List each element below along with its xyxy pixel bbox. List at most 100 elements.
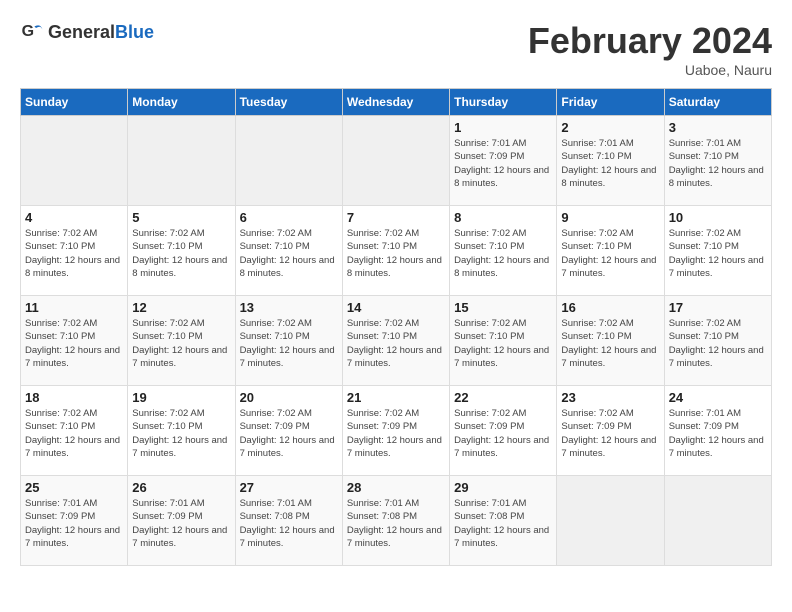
day-info: Sunrise: 7:01 AMSunset: 7:09 PMDaylight:… (132, 497, 230, 550)
calendar-cell: 26 Sunrise: 7:01 AMSunset: 7:09 PMDayligh… (128, 476, 235, 566)
calendar-cell (235, 116, 342, 206)
day-info: Sunrise: 7:02 AMSunset: 7:10 PMDaylight:… (561, 317, 659, 370)
calendar-cell: 1 Sunrise: 7:01 AMSunset: 7:09 PMDaylight… (450, 116, 557, 206)
day-info: Sunrise: 7:01 AMSunset: 7:08 PMDaylight:… (347, 497, 445, 550)
page-header: G GeneralBlue February 2024 Uaboe, Nauru (20, 20, 772, 78)
day-number: 17 (669, 300, 767, 315)
day-info: Sunrise: 7:02 AMSunset: 7:10 PMDaylight:… (25, 227, 123, 280)
calendar-cell: 15 Sunrise: 7:02 AMSunset: 7:10 PMDayligh… (450, 296, 557, 386)
day-number: 15 (454, 300, 552, 315)
day-info: Sunrise: 7:02 AMSunset: 7:10 PMDaylight:… (669, 227, 767, 280)
week-row-2: 4 Sunrise: 7:02 AMSunset: 7:10 PMDaylight… (21, 206, 772, 296)
weekday-header-sunday: Sunday (21, 89, 128, 116)
day-info: Sunrise: 7:02 AMSunset: 7:10 PMDaylight:… (347, 317, 445, 370)
day-info: Sunrise: 7:01 AMSunset: 7:09 PMDaylight:… (25, 497, 123, 550)
day-number: 1 (454, 120, 552, 135)
calendar-cell: 11 Sunrise: 7:02 AMSunset: 7:10 PMDayligh… (21, 296, 128, 386)
day-info: Sunrise: 7:02 AMSunset: 7:09 PMDaylight:… (454, 407, 552, 460)
svg-text:G: G (22, 23, 34, 40)
calendar-cell: 9Sunrise: 7:02 AMSunset: 7:10 PMDaylight… (557, 206, 664, 296)
day-number: 23 (561, 390, 659, 405)
calendar-cell: 13 Sunrise: 7:02 AMSunset: 7:10 PMDayligh… (235, 296, 342, 386)
day-number: 27 (240, 480, 338, 495)
day-info: Sunrise: 7:02 AMSunset: 7:09 PMDaylight:… (240, 407, 338, 460)
day-info: Sunrise: 7:02 AMSunset: 7:10 PMDaylight:… (132, 227, 230, 280)
day-info: Sunrise: 7:01 AMSunset: 7:08 PMDaylight:… (240, 497, 338, 550)
day-info: Sunrise: 7:01 AMSunset: 7:09 PMDaylight:… (669, 407, 767, 460)
calendar-cell: 2 Sunrise: 7:01 AMSunset: 7:10 PMDaylight… (557, 116, 664, 206)
calendar-subtitle: Uaboe, Nauru (528, 62, 772, 78)
day-info: Sunrise: 7:01 AMSunset: 7:10 PMDaylight:… (561, 137, 659, 190)
calendar-cell (128, 116, 235, 206)
day-number: 5 (132, 210, 230, 225)
calendar-cell: 21Sunrise: 7:02 AMSunset: 7:09 PMDayligh… (342, 386, 449, 476)
day-info: Sunrise: 7:02 AMSunset: 7:10 PMDaylight:… (669, 317, 767, 370)
calendar-cell: 8Sunrise: 7:02 AMSunset: 7:10 PMDaylight… (450, 206, 557, 296)
day-number: 22 (454, 390, 552, 405)
day-info: Sunrise: 7:01 AMSunset: 7:10 PMDaylight:… (669, 137, 767, 190)
week-row-3: 11 Sunrise: 7:02 AMSunset: 7:10 PMDayligh… (21, 296, 772, 386)
title-area: February 2024 Uaboe, Nauru (528, 20, 772, 78)
weekday-header-wednesday: Wednesday (342, 89, 449, 116)
calendar-cell (342, 116, 449, 206)
calendar-cell: 19Sunrise: 7:02 AMSunset: 7:10 PMDayligh… (128, 386, 235, 476)
weekday-header-friday: Friday (557, 89, 664, 116)
calendar-table: SundayMondayTuesdayWednesdayThursdayFrid… (20, 88, 772, 566)
day-number: 13 (240, 300, 338, 315)
calendar-title: February 2024 (528, 20, 772, 62)
calendar-cell: 20 Sunrise: 7:02 AMSunset: 7:09 PMDayligh… (235, 386, 342, 476)
calendar-cell: 29 Sunrise: 7:01 AMSunset: 7:08 PMDayligh… (450, 476, 557, 566)
day-info: Sunrise: 7:02 AMSunset: 7:09 PMDaylight:… (347, 407, 445, 460)
logo-general-text: GeneralBlue (48, 22, 154, 43)
calendar-cell: 24 Sunrise: 7:01 AMSunset: 7:09 PMDayligh… (664, 386, 771, 476)
calendar-cell: 17 Sunrise: 7:02 AMSunset: 7:10 PMDayligh… (664, 296, 771, 386)
day-info: Sunrise: 7:01 AMSunset: 7:09 PMDaylight:… (454, 137, 552, 190)
day-number: 29 (454, 480, 552, 495)
weekday-header-thursday: Thursday (450, 89, 557, 116)
day-number: 4 (25, 210, 123, 225)
day-number: 28 (347, 480, 445, 495)
weekday-header-row: SundayMondayTuesdayWednesdayThursdayFrid… (21, 89, 772, 116)
day-info: Sunrise: 7:02 AMSunset: 7:10 PMDaylight:… (240, 227, 338, 280)
calendar-cell: 23Sunrise: 7:02 AMSunset: 7:09 PMDayligh… (557, 386, 664, 476)
day-number: 8 (454, 210, 552, 225)
day-number: 10 (669, 210, 767, 225)
day-number: 7 (347, 210, 445, 225)
day-info: Sunrise: 7:02 AMSunset: 7:10 PMDaylight:… (561, 227, 659, 280)
logo: G GeneralBlue (20, 20, 154, 44)
calendar-cell: 14 Sunrise: 7:02 AMSunset: 7:10 PMDayligh… (342, 296, 449, 386)
day-number: 25 (25, 480, 123, 495)
day-info: Sunrise: 7:02 AMSunset: 7:10 PMDaylight:… (132, 317, 230, 370)
day-number: 11 (25, 300, 123, 315)
calendar-cell: 5 Sunrise: 7:02 AMSunset: 7:10 PMDaylight… (128, 206, 235, 296)
calendar-cell: 10 Sunrise: 7:02 AMSunset: 7:10 PMDayligh… (664, 206, 771, 296)
day-number: 26 (132, 480, 230, 495)
day-number: 6 (240, 210, 338, 225)
day-number: 12 (132, 300, 230, 315)
day-number: 14 (347, 300, 445, 315)
calendar-cell: 22 Sunrise: 7:02 AMSunset: 7:09 PMDayligh… (450, 386, 557, 476)
day-number: 20 (240, 390, 338, 405)
weekday-header-tuesday: Tuesday (235, 89, 342, 116)
day-number: 24 (669, 390, 767, 405)
week-row-5: 25 Sunrise: 7:01 AMSunset: 7:09 PMDayligh… (21, 476, 772, 566)
calendar-cell: 27 Sunrise: 7:01 AMSunset: 7:08 PMDayligh… (235, 476, 342, 566)
week-row-1: 1 Sunrise: 7:01 AMSunset: 7:09 PMDaylight… (21, 116, 772, 206)
calendar-cell (664, 476, 771, 566)
calendar-cell (21, 116, 128, 206)
day-number: 16 (561, 300, 659, 315)
day-number: 18 (25, 390, 123, 405)
logo-icon: G (20, 20, 44, 44)
day-number: 19 (132, 390, 230, 405)
day-info: Sunrise: 7:02 AMSunset: 7:10 PMDaylight:… (25, 317, 123, 370)
day-info: Sunrise: 7:02 AMSunset: 7:10 PMDaylight:… (25, 407, 123, 460)
day-info: Sunrise: 7:02 AMSunset: 7:10 PMDaylight:… (240, 317, 338, 370)
day-info: Sunrise: 7:02 AMSunset: 7:10 PMDaylight:… (454, 317, 552, 370)
day-number: 2 (561, 120, 659, 135)
weekday-header-monday: Monday (128, 89, 235, 116)
calendar-cell: 6 Sunrise: 7:02 AMSunset: 7:10 PMDaylight… (235, 206, 342, 296)
calendar-cell: 28 Sunrise: 7:01 AMSunset: 7:08 PMDayligh… (342, 476, 449, 566)
weekday-header-saturday: Saturday (664, 89, 771, 116)
calendar-cell: 12 Sunrise: 7:02 AMSunset: 7:10 PMDayligh… (128, 296, 235, 386)
day-info: Sunrise: 7:01 AMSunset: 7:08 PMDaylight:… (454, 497, 552, 550)
